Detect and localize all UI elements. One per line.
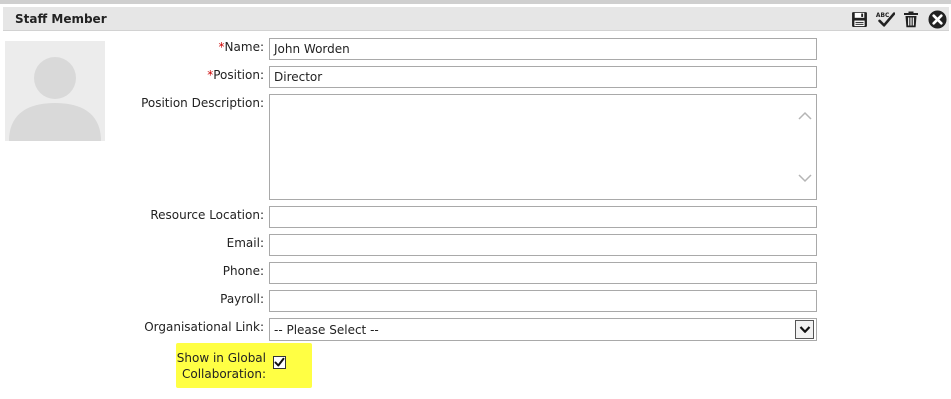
dropdown-button[interactable] [795,320,814,339]
position-input[interactable]: Director [269,66,817,88]
scroll-up-icon[interactable] [798,111,812,121]
name-input[interactable]: John Worden [269,38,817,60]
name-label: *Name: [218,40,264,54]
save-button[interactable] [849,9,869,29]
global-collaboration-checkbox[interactable] [273,356,286,369]
position-description-label: Position Description: [141,96,264,110]
scroll-down-icon[interactable] [798,173,812,183]
close-icon [927,9,947,29]
email-label: Email: [226,236,264,250]
save-icon [851,11,867,27]
delete-button[interactable] [901,9,921,29]
resource-location-input[interactable] [269,206,817,228]
organisational-link-value: -- Please Select -- [274,323,379,337]
email-input[interactable] [269,234,817,256]
spellcheck-icon: ABC [876,12,895,27]
phone-input[interactable] [269,262,817,284]
global-collaboration-label: Show in Global Collaboration: [176,351,266,381]
panel-title: Staff Member [15,12,107,26]
panel-header: Staff Member ABC [3,7,949,31]
spellcheck-button[interactable]: ABC [875,9,895,29]
user-placeholder-icon [5,41,105,141]
panel-toolbar: ABC [849,9,947,29]
delete-icon [904,11,918,27]
chevron-down-icon [799,326,810,333]
position-description-textarea[interactable] [269,94,817,200]
resource-location-label: Resource Location: [150,208,264,222]
organisational-link-label: Organisational Link: [144,320,264,334]
staff-photo[interactable] [5,41,105,141]
top-divider [0,0,951,4]
organisational-link-select[interactable]: -- Please Select -- [269,318,817,341]
phone-label: Phone: [222,264,264,278]
payroll-input[interactable] [269,290,817,312]
close-button[interactable] [927,9,947,29]
payroll-label: Payroll: [220,292,264,306]
svg-text:ABC: ABC [876,13,889,19]
position-label: *Position: [207,68,264,82]
checkmark-icon [274,357,285,367]
